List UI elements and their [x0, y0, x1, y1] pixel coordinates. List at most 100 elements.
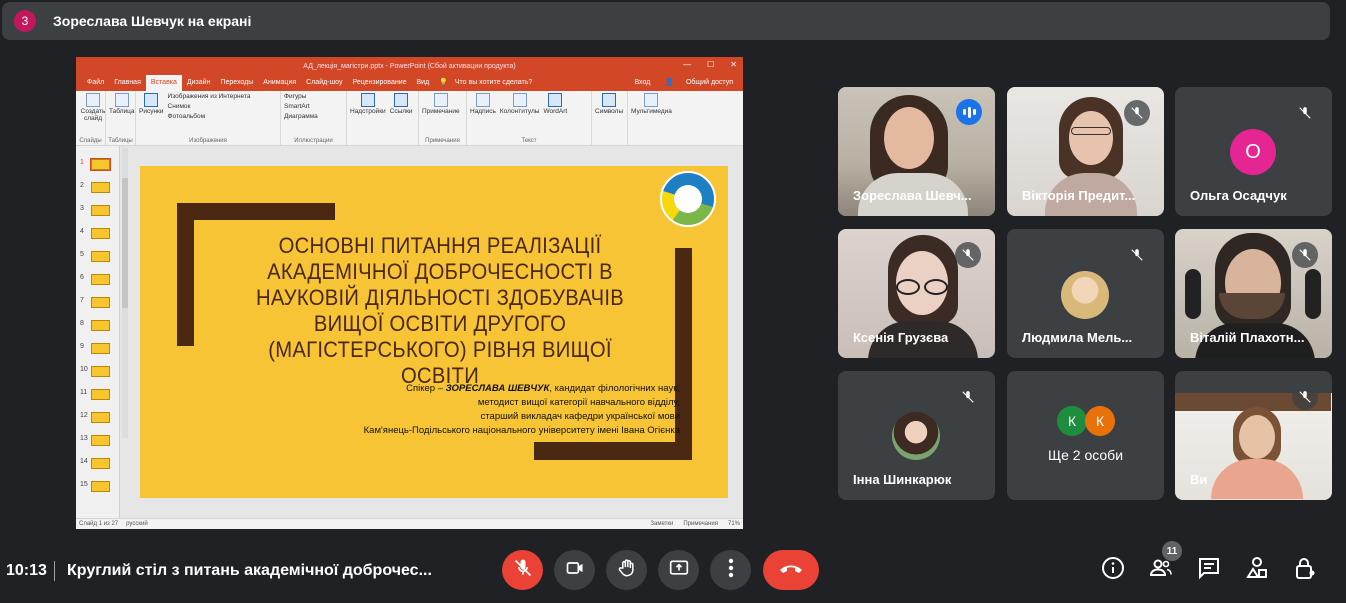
- activities-icon: [1245, 556, 1269, 585]
- symbols-icon: [602, 93, 617, 107]
- participant-tile[interactable]: Вікторія Предит...: [1007, 87, 1164, 216]
- more-options-button[interactable]: [710, 550, 751, 590]
- camera-toggle-button[interactable]: [554, 550, 595, 590]
- ppt-tab-design: Дизайн: [186, 79, 211, 86]
- present-screen-button[interactable]: [658, 550, 699, 590]
- speaker-line-2: методист вищої категорії навчального від…: [477, 397, 680, 408]
- participant-tile[interactable]: О Ольга Осадчук: [1175, 87, 1332, 216]
- participant-name: Ольга Осадчук: [1190, 188, 1287, 203]
- ppt-ribbon: Создать слайд Слайды Таблица Таблицы Рис…: [76, 91, 743, 146]
- pictures-label: Рисунки: [139, 108, 164, 115]
- share-icon: 👤: [665, 79, 675, 86]
- online-pictures: Изображения из Интернета: [167, 93, 251, 100]
- header-footer-icon: [512, 93, 527, 107]
- info-icon: [1101, 556, 1125, 585]
- close-icon: ✕: [730, 60, 737, 69]
- thumb-number: 4: [80, 228, 84, 235]
- thumb-number: 5: [80, 251, 84, 258]
- shapes: Фигуры: [284, 93, 307, 100]
- new-slide-icon: [86, 93, 100, 107]
- camera-icon: [565, 558, 585, 583]
- thumb-number: 6: [80, 274, 84, 281]
- end-call-button[interactable]: [763, 550, 819, 590]
- participant-avatar: К: [1057, 406, 1087, 436]
- participant-tile[interactable]: Людмила Мель...: [1007, 229, 1164, 358]
- thumbnail: 8: [78, 317, 118, 333]
- raise-hand-button[interactable]: [606, 550, 647, 590]
- table-icon: [114, 93, 129, 107]
- meeting-time: 10:13: [6, 562, 47, 579]
- lock-person-icon: [1293, 556, 1317, 585]
- thumbnail: 9: [78, 340, 118, 356]
- multimedia-icon: [644, 93, 659, 107]
- thumb-number: 2: [80, 182, 84, 189]
- ppt-tabs: Файл Главная Вставка Дизайн Переходы Ани…: [76, 75, 743, 91]
- thumb-number: 11: [80, 389, 88, 396]
- ppt-titlebar: АД_лекція_магістри.pptx - PowerPoint (Сб…: [76, 57, 743, 75]
- tell-me-text: Что вы хотите сделать?: [454, 79, 533, 86]
- presenting-banner[interactable]: 3 Зореслава Шевчук на екрані: [2, 2, 1330, 40]
- activities-button[interactable]: [1244, 556, 1270, 585]
- participant-tile[interactable]: Ксенія Грузєва: [838, 229, 995, 358]
- host-controls-button[interactable]: [1292, 557, 1318, 583]
- frame-decoration: [177, 203, 194, 346]
- minimize-icon: —: [683, 60, 692, 69]
- links-icon: [394, 93, 409, 107]
- divider: [54, 561, 55, 581]
- hand-icon: [617, 557, 637, 584]
- addins-icon: [360, 93, 375, 107]
- mic-off-icon: [1292, 100, 1318, 126]
- textbox-label: Надпись: [470, 108, 496, 115]
- comments-toggle: Примечания: [683, 521, 718, 527]
- university-logo: [660, 171, 716, 227]
- participant-tile[interactable]: Віталій Плахотн...: [1175, 229, 1332, 358]
- thumbnail: 12: [78, 409, 118, 425]
- participant-avatar: О: [1230, 129, 1276, 175]
- comment-label: Примечание: [422, 108, 460, 115]
- thumbnail: 6: [78, 271, 118, 287]
- share-label: Общий доступ: [685, 79, 733, 86]
- chat-button[interactable]: [1196, 557, 1222, 583]
- thumb-number: 9: [80, 343, 84, 350]
- header-footer-label: Колонтитулы: [499, 108, 540, 115]
- more-participants-tile[interactable]: К К Ще 2 особи: [1007, 371, 1164, 500]
- mic-off-icon: [1124, 242, 1150, 268]
- speaker-line-4: Кам'янець-Подільського національного уні…: [363, 425, 680, 436]
- participant-name: Зореслава Шевч...: [853, 188, 972, 203]
- mic-toggle-button[interactable]: [502, 550, 543, 590]
- frame-decoration: [177, 203, 335, 220]
- ppt-sign-in: Вход: [634, 79, 651, 86]
- thumbnail: 5: [78, 248, 118, 264]
- meeting-title: Круглий стіл з питань академічної доброч…: [67, 562, 432, 579]
- images-group-label: Изображения: [189, 138, 227, 144]
- frame-decoration: [534, 442, 692, 460]
- mic-off-icon: [1124, 100, 1150, 126]
- self-tile[interactable]: Ви: [1175, 371, 1332, 500]
- participant-tile[interactable]: Інна Шинкарюк: [838, 371, 995, 500]
- slide-thumbnails: 1 2 3 4 5 6 7 8 9 10 11 12 13 14 15: [76, 146, 120, 518]
- control-bar: 10:13 Круглий стіл з питань академічної …: [0, 540, 1346, 603]
- slides-group-label: Слайды: [79, 138, 102, 144]
- speaker-degree: , кандидат філологічних наук,: [549, 383, 680, 394]
- participant-name: Ви: [1190, 472, 1208, 487]
- participant-name: Людмила Мель...: [1022, 330, 1133, 345]
- participant-name: Інна Шинкарюк: [853, 472, 952, 487]
- mic-off-icon: [955, 242, 981, 268]
- ppt-tab-file: Файл: [87, 79, 105, 86]
- speaker-prefix: Спікер –: [406, 383, 446, 394]
- smartart: SmartArt: [284, 103, 310, 110]
- thumbnail: 13: [78, 432, 118, 448]
- photo-album: Фотоальбом: [167, 113, 206, 120]
- participant-name: Вікторія Предит...: [1022, 188, 1136, 203]
- thumbnail: 7: [78, 294, 118, 310]
- thumbnail: 10: [78, 363, 118, 379]
- thumb-number: 3: [80, 205, 84, 212]
- meeting-details-button[interactable]: [1100, 556, 1126, 585]
- thumb-number: 14: [80, 458, 88, 465]
- comment-icon: [433, 93, 448, 107]
- participant-tile[interactable]: Зореслава Шевч...: [838, 87, 995, 216]
- speaker-line-3: старший викладач кафедри української мов…: [480, 411, 680, 422]
- thumb-number: 1: [80, 159, 84, 166]
- mic-off-icon: [513, 558, 533, 583]
- thumbnail: 4: [78, 225, 118, 241]
